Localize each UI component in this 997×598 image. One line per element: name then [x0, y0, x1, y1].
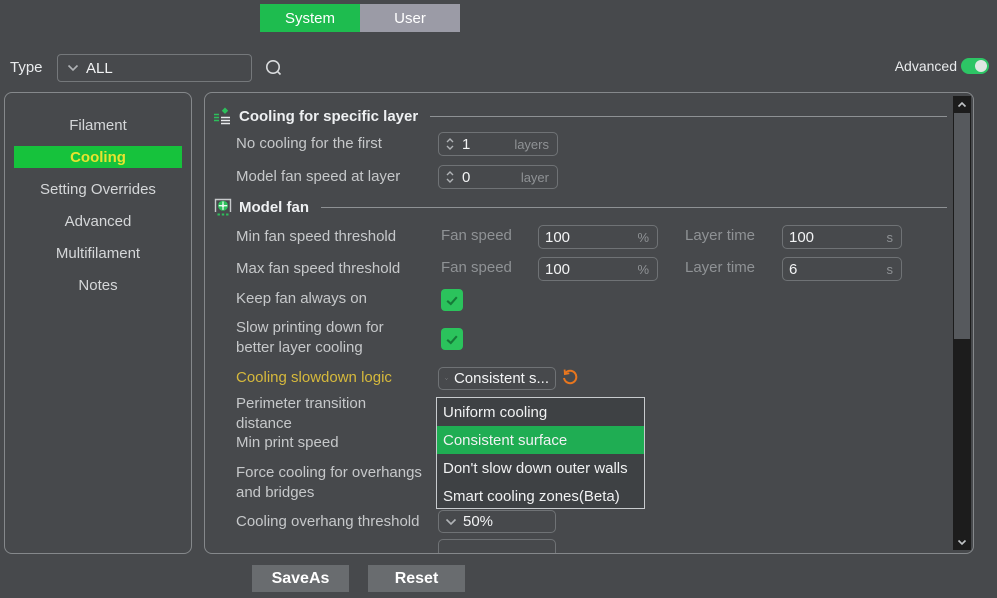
cooling-layers-icon: [213, 106, 233, 126]
min-fan-speed-sublabel: Fan speed: [441, 227, 512, 244]
section-divider: [321, 207, 947, 208]
sidebar-item-notes[interactable]: Notes: [14, 274, 182, 296]
no-cooling-value: 1: [462, 136, 514, 153]
toggle-knob: [975, 60, 987, 72]
slowdown-logic-popup: Uniform cooling Consistent surface Don't…: [436, 397, 645, 509]
section-title: Model fan: [239, 199, 309, 216]
reset-button[interactable]: Reset: [368, 565, 465, 592]
chevron-down-icon: [67, 64, 79, 72]
keep-fan-checkbox[interactable]: [441, 289, 463, 311]
overhang-threshold-value: 50%: [463, 513, 493, 530]
min-fan-speed-value: 100: [545, 229, 637, 246]
max-layer-time-unit: s: [887, 262, 894, 277]
undo-icon[interactable]: [561, 368, 579, 386]
max-fan-speed-input[interactable]: 100 %: [538, 257, 658, 281]
scrollbar-thumb[interactable]: [954, 113, 970, 339]
perimeter-transition-label: Perimeter transition distance: [236, 394, 411, 434]
section-title: Cooling for specific layer: [239, 108, 418, 125]
popup-option-dont-slow-outer-walls[interactable]: Don't slow down outer walls: [437, 454, 644, 482]
overhang-threshold-dropdown[interactable]: 50%: [438, 510, 556, 533]
min-fan-speed-unit: %: [637, 230, 649, 245]
sidebar-item-filament[interactable]: Filament: [14, 114, 182, 136]
min-layer-time-input[interactable]: 100 s: [782, 225, 902, 249]
max-layer-time-input[interactable]: 6 s: [782, 257, 902, 281]
min-print-speed-label: Min print speed: [236, 433, 339, 453]
max-fan-speed-sublabel: Fan speed: [441, 259, 512, 276]
min-layer-time-unit: s: [887, 230, 894, 245]
fan-speed-at-layer-input[interactable]: 0 layer: [438, 165, 558, 189]
popup-option-uniform-cooling[interactable]: Uniform cooling: [437, 398, 644, 426]
max-fan-speed-unit: %: [637, 262, 649, 277]
slowdown-logic-value: Consistent s...: [454, 370, 549, 387]
no-cooling-unit: layers: [514, 137, 549, 152]
slow-printing-checkbox[interactable]: [441, 328, 463, 350]
fan-speed-at-layer-value: 0: [462, 169, 521, 186]
section-model-fan: Model fan: [213, 196, 947, 218]
min-fan-speed-input[interactable]: 100 %: [538, 225, 658, 249]
slowdown-logic-label: Cooling slowdown logic: [236, 368, 392, 388]
clipped-input[interactable]: [438, 539, 556, 554]
type-dropdown[interactable]: ALL: [57, 54, 252, 82]
chevron-down-icon: [445, 518, 457, 526]
type-dropdown-value: ALL: [86, 60, 113, 77]
max-layer-time-sublabel: Layer time: [685, 259, 755, 276]
type-label: Type: [10, 59, 43, 76]
min-layer-time-value: 100: [789, 229, 887, 246]
panel-scrollbar[interactable]: [953, 96, 971, 550]
advanced-label: Advanced: [895, 58, 957, 74]
fan-speed-at-layer-unit: layer: [521, 170, 549, 185]
popup-option-smart-cooling-zones[interactable]: Smart cooling zones(Beta): [437, 482, 644, 510]
scroll-up-icon[interactable]: [953, 96, 971, 112]
system-tab-label: System: [285, 10, 335, 27]
user-tab-label: User: [394, 10, 426, 27]
max-layer-time-value: 6: [789, 261, 887, 278]
scroll-down-icon[interactable]: [953, 534, 971, 550]
sidebar-item-advanced[interactable]: Advanced: [14, 210, 182, 232]
fan-speed-at-layer-label: Model fan speed at layer: [236, 167, 400, 187]
model-fan-icon: [213, 197, 233, 217]
min-fan-threshold-label: Min fan speed threshold: [236, 227, 396, 247]
overhang-threshold-label: Cooling overhang threshold: [236, 512, 446, 532]
min-layer-time-sublabel: Layer time: [685, 227, 755, 244]
checkmark-icon: [444, 331, 460, 347]
search-icon[interactable]: [264, 58, 284, 78]
no-cooling-input[interactable]: 1 layers: [438, 132, 558, 156]
section-cooling-specific-layer: Cooling for specific layer: [213, 105, 947, 127]
advanced-toggle[interactable]: [961, 58, 989, 74]
spinner-arrows-icon[interactable]: [445, 137, 455, 151]
keep-fan-label: Keep fan always on: [236, 289, 367, 309]
slow-printing-label: Slow printing down for better layer cool…: [236, 318, 414, 358]
system-tab-button[interactable]: System: [260, 4, 360, 32]
spinner-arrows-icon[interactable]: [445, 170, 455, 184]
max-fan-threshold-label: Max fan speed threshold: [236, 259, 400, 279]
popup-option-consistent-surface[interactable]: Consistent surface: [437, 426, 644, 454]
advanced-toggle-group: Advanced: [895, 58, 989, 74]
slowdown-logic-dropdown[interactable]: Consistent s...: [438, 367, 556, 390]
sidebar-item-setting-overrides[interactable]: Setting Overrides: [14, 178, 182, 200]
settings-sidebar: Filament Cooling Setting Overrides Advan…: [4, 92, 192, 554]
sidebar-item-multifilament[interactable]: Multifilament: [14, 242, 182, 264]
force-cooling-label: Force cooling for overhangs and bridges: [236, 463, 436, 503]
user-tab-button[interactable]: User: [360, 4, 460, 32]
settings-panel: Cooling for specific layer No cooling fo…: [204, 92, 974, 554]
no-cooling-label: No cooling for the first: [236, 134, 382, 154]
section-divider: [430, 116, 947, 117]
chevron-down-icon: [445, 375, 448, 383]
save-as-button[interactable]: SaveAs: [252, 565, 349, 592]
sidebar-item-cooling[interactable]: Cooling: [14, 146, 182, 168]
max-fan-speed-value: 100: [545, 261, 637, 278]
checkmark-icon: [444, 292, 460, 308]
